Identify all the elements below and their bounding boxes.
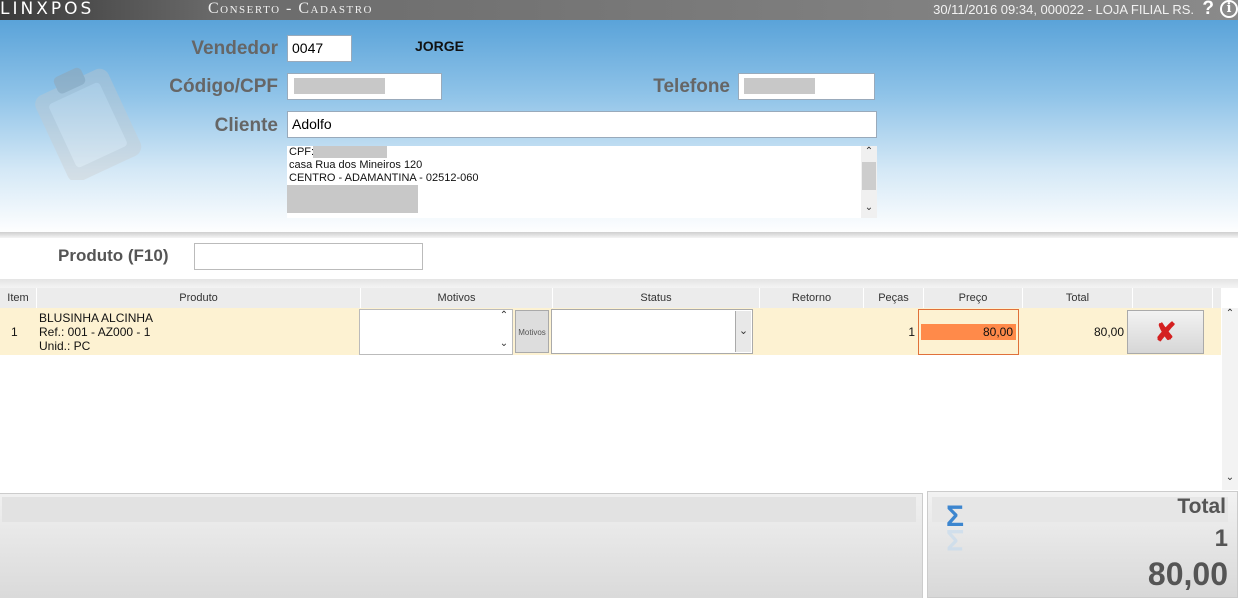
row-pecas: 1: [908, 325, 915, 339]
cliente-input[interactable]: Adolfo: [287, 111, 877, 138]
table-separator: [0, 279, 1238, 288]
motivos-button[interactable]: Motivos: [515, 310, 549, 353]
produto-input[interactable]: [194, 243, 423, 270]
col-produto: Produto: [37, 288, 361, 308]
col-item: Item: [0, 288, 37, 308]
address-line-city: CENTRO - ADAMANTINA - 02512-060: [289, 172, 479, 184]
title-bar: LINXPOS Conserto - Cadastro 30/11/2016 0…: [0, 0, 1238, 20]
scroll-down-icon[interactable]: ⌄: [861, 202, 877, 213]
total-label: Total: [1177, 495, 1226, 518]
row-produto: BLUSINHA ALCINHA Ref.: 001 - AZ000 - 1 U…: [39, 311, 153, 353]
app-logo: LINXPOS: [0, 0, 95, 19]
vendedor-label: Vendedor: [191, 38, 278, 59]
row-total: 80,00: [1093, 325, 1124, 339]
col-retorno: Retorno: [760, 288, 864, 308]
col-preco: Preço: [924, 288, 1023, 308]
total-value: 80,00: [1147, 556, 1228, 592]
preco-input[interactable]: 80,00: [921, 324, 1016, 340]
info-icon[interactable]: i: [1220, 0, 1238, 18]
table-header: Item Produto Motivos Status Retorno Peça…: [0, 288, 1221, 308]
produto-label: Produto (F10): [58, 246, 169, 265]
footer-status-bar: [2, 497, 916, 522]
address-scrollbar[interactable]: ⌃ ⌄: [861, 146, 877, 218]
clipboard-watermark-icon: [35, 67, 142, 180]
redacted-address-cpf: [313, 146, 387, 158]
scroll-up-icon[interactable]: ⌃: [1222, 308, 1238, 319]
address-line-street: casa Rua dos Mineiros 120: [289, 159, 423, 171]
header-divider: [0, 232, 1238, 238]
table-scrollbar[interactable]: ⌃ ⌄: [1222, 308, 1238, 490]
help-icon[interactable]: ?: [1202, 0, 1214, 20]
scroll-down-icon[interactable]: ⌄: [1222, 472, 1238, 483]
redacted-telefone: [744, 78, 815, 94]
vendedor-code-input[interactable]: 0047: [287, 35, 352, 62]
vendedor-name: JORGE: [415, 38, 465, 54]
status-select[interactable]: ⌄: [551, 309, 753, 354]
sigma-reflection-icon: Σ: [946, 523, 965, 556]
scroll-up-icon[interactable]: ⌃: [861, 146, 877, 157]
col-motivos: Motivos: [361, 288, 553, 308]
total-quantity: 1: [1214, 525, 1228, 552]
close-icon: ✘: [1154, 317, 1177, 347]
row-item: 1: [11, 325, 18, 339]
motivos-textarea[interactable]: [359, 309, 513, 355]
session-status: 30/11/2016 09:34, 000022 - LOJA FILIAL R…: [933, 2, 1194, 17]
motivos-scrollbar[interactable]: ⌃ ⌄: [496, 310, 512, 354]
produto-ref: Ref.: 001 - AZ000 - 1: [39, 325, 151, 339]
redacted-address-extra: [287, 185, 418, 213]
cliente-label: Cliente: [214, 115, 278, 136]
col-actions: [1133, 288, 1213, 308]
col-status: Status: [553, 288, 760, 308]
delete-item-button[interactable]: ✘: [1127, 310, 1204, 354]
col-total: Total: [1023, 288, 1133, 308]
redacted-cpf: [294, 78, 385, 94]
codigo-cpf-label: Código/CPF: [169, 76, 278, 97]
scroll-thumb[interactable]: [862, 162, 876, 190]
produto-unid: Unid.: PC: [39, 339, 91, 353]
col-pecas: Peças: [864, 288, 924, 308]
produto-name: BLUSINHA ALCINHA: [39, 311, 154, 325]
scroll-up-icon[interactable]: ⌃: [496, 310, 512, 321]
chevron-down-icon[interactable]: ⌄: [735, 311, 751, 352]
window-title: Conserto - Cadastro: [208, 0, 373, 17]
scroll-down-icon[interactable]: ⌄: [496, 338, 512, 349]
telefone-label: Telefone: [653, 76, 730, 97]
